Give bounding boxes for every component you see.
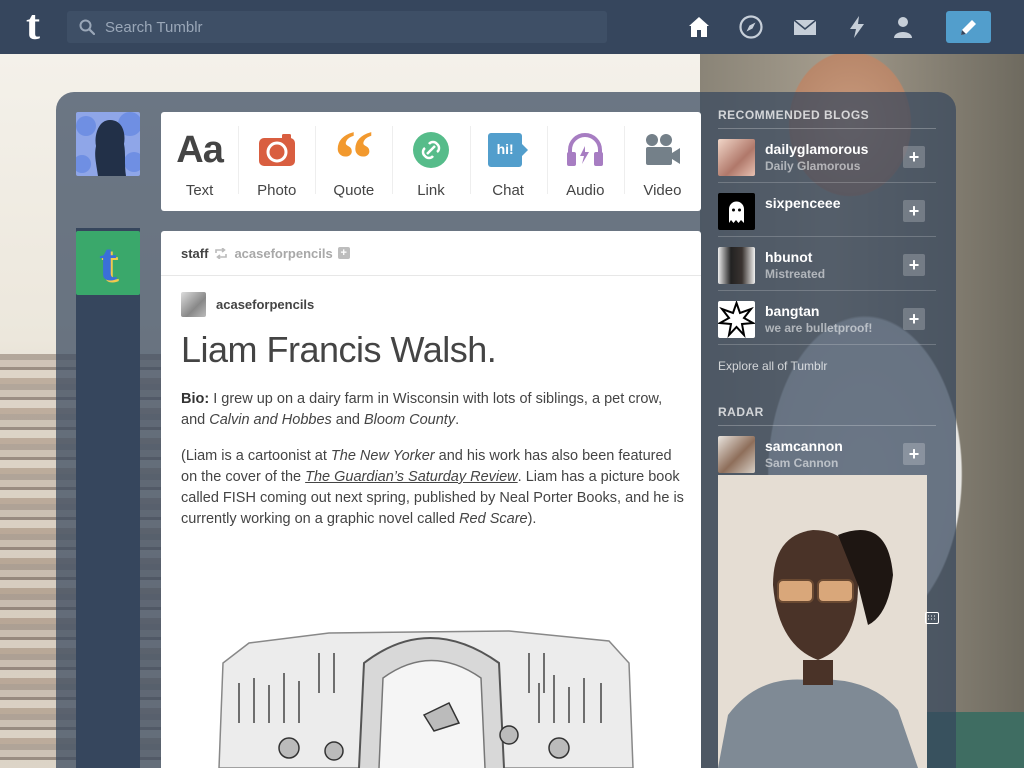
reblog-icon: [215, 247, 228, 259]
staff-avatar[interactable]: t: [76, 231, 140, 295]
tumblr-logo[interactable]: t: [16, 5, 50, 47]
post-type-bar: Aa Text Photo “ Quote Link: [161, 112, 701, 211]
post-type-label: Link: [417, 182, 445, 199]
bio-text: and: [331, 412, 365, 428]
post-type-label: Audio: [566, 182, 605, 199]
post-type-video[interactable]: Video: [623, 112, 701, 211]
quote-icon: “: [334, 130, 374, 170]
post-type-label: Text: [185, 182, 214, 199]
post-source: acaseforpencils: [181, 292, 314, 317]
blog-avatar[interactable]: [718, 139, 755, 176]
chat-icon: hi!: [488, 133, 529, 167]
radar-blog[interactable]: samcannon Sam Cannon +: [718, 426, 936, 480]
blog-title: Sam Cannon: [765, 456, 839, 470]
left-rail: [76, 228, 140, 768]
recommended-blog[interactable]: dailyglamorous Daily Glamorous +: [718, 129, 936, 183]
details-paragraph: (Liam is a cartoonist at The New Yorker …: [181, 446, 686, 530]
inbox-icon[interactable]: [792, 14, 818, 40]
pencil-icon: [961, 20, 976, 35]
blog-avatar[interactable]: [718, 436, 755, 473]
post-type-link[interactable]: Link: [392, 112, 469, 211]
post-type-label: Video: [643, 182, 682, 199]
search-input[interactable]: [105, 11, 595, 43]
account-icon[interactable]: [890, 14, 916, 40]
audio-icon: [567, 133, 604, 166]
bio-paragraph: Bio: I grew up on a dairy farm in Wiscon…: [181, 389, 686, 431]
radar-post-image[interactable]: [718, 475, 927, 768]
blog-title: Daily Glamorous: [765, 159, 861, 173]
bio-em: Calvin and Hobbes: [209, 412, 332, 428]
source-avatar[interactable]: [181, 292, 206, 317]
explore-link[interactable]: Explore all of Tumblr: [718, 359, 936, 373]
blog-name[interactable]: dailyglamorous: [765, 141, 868, 157]
follow-plus-icon[interactable]: +: [903, 146, 925, 168]
post-type-chat[interactable]: hi! Chat: [469, 112, 547, 211]
blog-title: we are bulletproof!: [765, 321, 873, 335]
details-text: ).: [527, 511, 537, 527]
follow-plus-icon[interactable]: +: [903, 254, 925, 276]
bio-em: Bloom County: [364, 412, 456, 428]
blog-name[interactable]: samcannon: [765, 438, 843, 454]
details-em: The New Yorker: [330, 448, 435, 464]
blog-name[interactable]: bangtan: [765, 303, 819, 319]
post-author[interactable]: staff: [181, 246, 208, 261]
bio-label: Bio:: [181, 391, 210, 407]
post-type-audio[interactable]: Audio: [546, 112, 624, 211]
follow-plus-icon[interactable]: +: [903, 308, 925, 330]
burst-icon: [718, 301, 755, 338]
bio-text: .: [455, 412, 460, 428]
details-text: (Liam is a cartoonist at: [181, 448, 331, 464]
post-type-label: Quote: [333, 182, 375, 199]
activity-icon[interactable]: [844, 14, 870, 40]
link-icon: [412, 132, 449, 168]
radar-title: RADAR: [718, 405, 936, 426]
follow-plus-icon[interactable]: +: [903, 200, 925, 222]
recommended-blogs-title: RECOMMENDED BLOGS: [718, 108, 936, 129]
recommended-blog[interactable]: bangtan we are bulletproof! +: [718, 291, 936, 345]
keyboard-shortcuts-icon[interactable]: [925, 612, 939, 624]
text-icon: Aa: [176, 128, 224, 171]
user-avatar[interactable]: [76, 112, 140, 176]
post-body: Bio: I grew up on a dairy farm in Wiscon…: [181, 389, 686, 545]
ghost-icon: [729, 201, 744, 223]
follow-plus-icon[interactable]: +: [903, 443, 925, 465]
radar-photo: [718, 475, 927, 768]
right-sidebar: RECOMMENDED BLOGS dailyglamorous Daily G…: [718, 108, 936, 480]
home-icon[interactable]: [686, 14, 712, 40]
blog-avatar[interactable]: [718, 301, 755, 338]
compose-button[interactable]: [946, 11, 991, 43]
photo-icon: [258, 134, 295, 166]
search-icon: [79, 19, 95, 35]
post-type-quote[interactable]: “ Quote: [315, 112, 392, 211]
source-blog-name[interactable]: acaseforpencils: [216, 297, 314, 312]
guardian-link[interactable]: The Guardian’s Saturday Review: [305, 469, 518, 485]
blog-avatar[interactable]: [718, 247, 755, 284]
post-type-text[interactable]: Aa Text: [161, 112, 238, 211]
recommended-blog[interactable]: sixpenceee +: [718, 183, 936, 237]
blog-name[interactable]: hbunot: [765, 249, 812, 265]
search-box[interactable]: [67, 11, 607, 43]
details-em: Red Scare: [459, 511, 528, 527]
cartoon-illustration: [218, 630, 634, 768]
post-type-label: Chat: [492, 182, 524, 199]
blog-name[interactable]: sixpenceee: [765, 195, 841, 211]
staff-avatar-letter: t: [99, 232, 117, 292]
explore-icon[interactable]: [738, 14, 764, 40]
post-title: Liam Francis Walsh.: [181, 329, 497, 370]
post-type-photo[interactable]: Photo: [238, 112, 315, 211]
dashboard-post: staff acaseforpencils + acaseforpencils …: [161, 231, 701, 768]
blog-title: Mistreated: [765, 267, 826, 281]
blog-avatar[interactable]: [718, 193, 755, 230]
video-icon: [646, 134, 681, 165]
recommended-blog[interactable]: hbunot Mistreated +: [718, 237, 936, 291]
reblogged-from[interactable]: acaseforpencils: [234, 246, 332, 261]
post-header: staff acaseforpencils +: [161, 231, 701, 276]
top-header: t: [0, 0, 1024, 54]
chat-icon-text: hi!: [496, 141, 514, 157]
avatar-silhouette-icon: [76, 112, 140, 176]
post-type-label: Photo: [257, 182, 297, 199]
follow-plus-icon[interactable]: +: [337, 247, 350, 259]
